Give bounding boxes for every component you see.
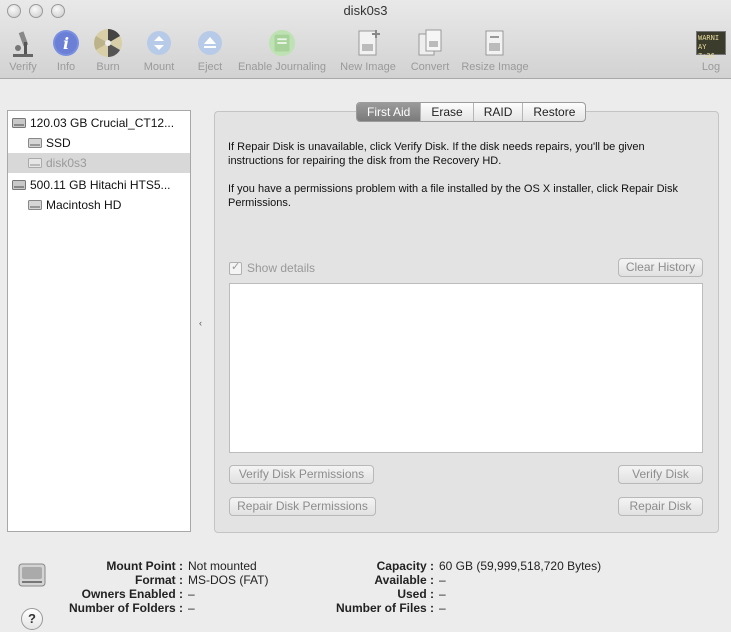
volume-icon (28, 200, 42, 210)
window-title: disk0s3 (343, 3, 388, 18)
hard-drive-icon (12, 118, 26, 128)
capacity-label: Capacity : (376, 559, 434, 573)
sidebar-item-label: Macintosh HD (46, 198, 122, 212)
mount-label: Mount (143, 61, 175, 73)
svg-text:i: i (63, 34, 69, 53)
tab-raid[interactable]: RAID (474, 103, 524, 121)
repair-instructions: If Repair Disk is unavailable, click Ver… (228, 141, 645, 167)
repair-disk-permissions-button[interactable]: Repair Disk Permissions (229, 497, 376, 516)
number-of-files-label: Number of Files : (335, 601, 434, 615)
tab-bar: First Aid Erase RAID Restore (356, 102, 587, 122)
sidebar-item-ssd[interactable]: SSD (8, 133, 210, 153)
used-value: – (439, 587, 446, 601)
eject-label: Eject (197, 61, 223, 73)
burn-button[interactable]: Burn (92, 28, 124, 73)
mount-point-label: Mount Point : (106, 559, 183, 573)
volume-icon (28, 158, 42, 168)
convert-icon (415, 28, 445, 58)
resize-image-label: Resize Image (461, 61, 529, 73)
resize-image-icon (480, 28, 510, 58)
volume-icon (28, 138, 42, 148)
available-label: Available : (374, 573, 434, 587)
sidebar-item-disk0s3[interactable]: disk0s3 (8, 153, 190, 173)
burn-label: Burn (96, 61, 120, 73)
info-icon: i (51, 28, 81, 58)
verify-disk-permissions-button[interactable]: Verify Disk Permissions (229, 465, 374, 484)
format-label: Format : (135, 573, 183, 587)
permissions-instructions: If you have a permissions problem with a… (228, 183, 678, 209)
sidebar-item-label: 120.03 GB Crucial_CT12... (30, 116, 175, 130)
number-of-folders-value: – (188, 601, 195, 615)
used-label: Used : (397, 587, 434, 601)
info-button[interactable]: i Info (50, 28, 82, 73)
microscope-icon (8, 28, 38, 58)
log-icon-line-1: WARNI (698, 34, 720, 42)
sidebar-item-hitachi[interactable]: 500.11 GB Hitachi HTS5... (8, 175, 194, 195)
convert-button[interactable]: Convert (407, 28, 453, 73)
mount-point-value: Not mounted (188, 559, 257, 573)
mount-button[interactable]: Mount (140, 28, 178, 73)
tab-first-aid[interactable]: First Aid (357, 103, 422, 121)
sidebar-item-label: 500.11 GB Hitachi HTS5... (30, 178, 171, 192)
new-image-label: New Image (340, 61, 396, 73)
enable-journaling-button[interactable]: Enable Journaling (235, 28, 329, 73)
owners-enabled-label: Owners Enabled : (81, 587, 183, 601)
sidebar-item-crucial[interactable]: 120.03 GB Crucial_CT12... (8, 113, 194, 133)
log-icon-line-2: AY 7:36 (698, 43, 715, 60)
journaling-icon (267, 28, 297, 58)
eject-button[interactable]: Eject (194, 28, 226, 73)
help-button[interactable]: ? (21, 608, 43, 630)
hard-drive-icon (12, 180, 26, 190)
tab-erase[interactable]: Erase (421, 103, 474, 121)
sidebar-item-label: SSD (46, 136, 71, 150)
checkbox-box[interactable] (229, 260, 242, 275)
mount-icon (144, 28, 174, 58)
verify-button[interactable]: Verify (6, 28, 40, 73)
show-details-checkbox[interactable]: Show details (229, 260, 316, 275)
toolbar: Verify i Info Burn Mount Eject Enable Jo… (0, 28, 731, 76)
details-log-area[interactable] (229, 283, 703, 453)
owners-enabled-value: – (188, 587, 195, 601)
convert-label: Convert (410, 61, 450, 73)
number-of-folders-label: Number of Folders : (68, 601, 183, 615)
log-console-icon: WARNI AY 7:36 (696, 28, 726, 60)
disk-list: 120.03 GB Crucial_CT12... SSD disk0s3 50… (7, 110, 191, 532)
new-image-button[interactable]: New Image (338, 28, 398, 73)
capacity-value: 60 GB (59,999,518,720 Bytes) (439, 559, 602, 573)
repair-disk-button[interactable]: Repair Disk (618, 497, 703, 516)
eject-icon (195, 28, 225, 58)
burn-disc-icon (93, 28, 123, 58)
number-of-files-value: – (439, 601, 446, 615)
sidebar-item-label: disk0s3 (46, 156, 87, 170)
clear-history-button[interactable]: Clear History (618, 258, 703, 277)
verify-label: Verify (9, 61, 37, 73)
split-view-handle[interactable]: ‹ (199, 318, 202, 328)
enable-journaling-label: Enable Journaling (237, 61, 327, 73)
log-button[interactable]: WARNI AY 7:36 Log (695, 28, 727, 73)
available-value: – (439, 573, 446, 587)
log-label: Log (701, 61, 721, 73)
verify-disk-button[interactable]: Verify Disk (618, 465, 703, 484)
new-image-icon (353, 28, 383, 58)
title-bar: disk0s3 Verify i Info Burn Mount Eject E… (0, 0, 731, 79)
disk-volume-icon (18, 563, 46, 587)
show-details-label: Show details (247, 261, 316, 275)
sidebar-item-macintosh-hd[interactable]: Macintosh HD (8, 195, 210, 215)
info-label: Info (56, 61, 76, 73)
format-value: MS-DOS (FAT) (188, 573, 269, 587)
resize-image-button[interactable]: Resize Image (459, 28, 531, 73)
tab-restore[interactable]: Restore (523, 103, 585, 121)
